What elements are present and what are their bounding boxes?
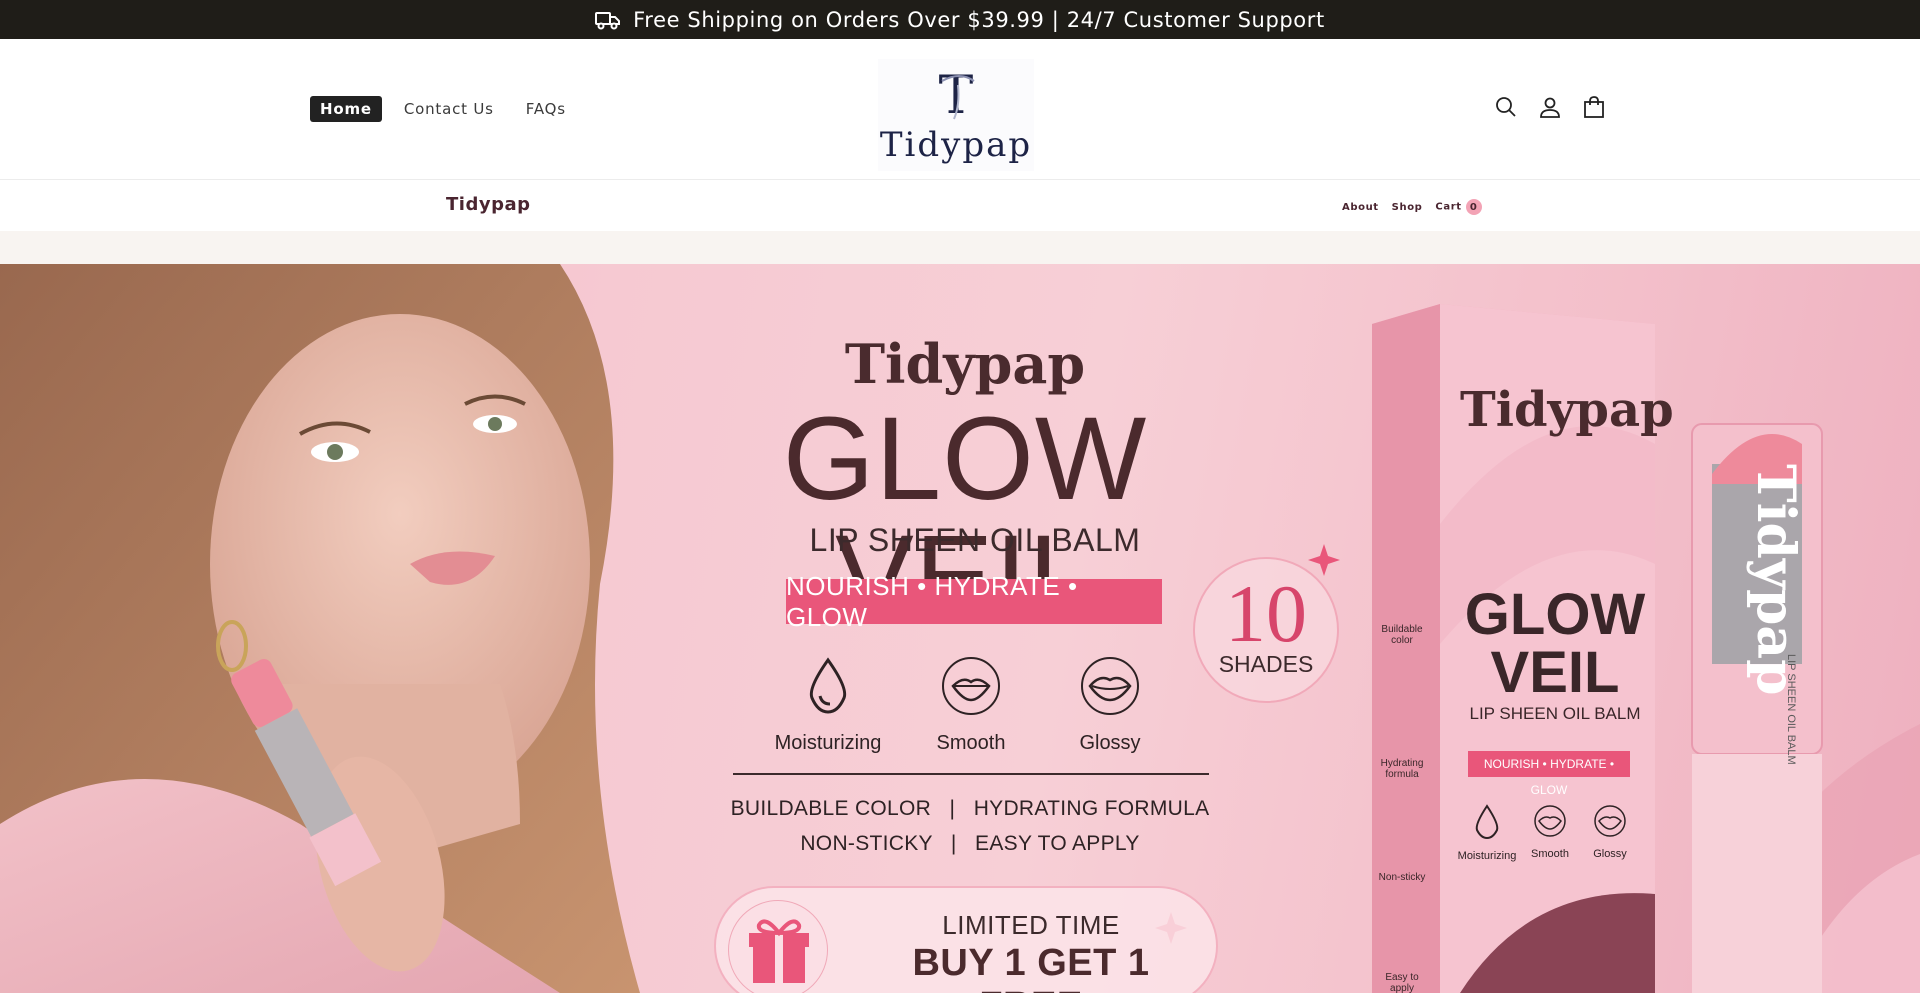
header-icons [1494, 95, 1606, 119]
droplet-icon [809, 657, 847, 714]
box-tagline: NOURISH • HYDRATE • GLOW [1468, 751, 1630, 797]
logo-monogram: T [939, 66, 974, 126]
box-title: GLOW VEIL [1464, 582, 1646, 705]
box-feature-label: Glossy [1593, 848, 1627, 860]
shades-number: 10 [1225, 568, 1307, 659]
divider-strip [0, 231, 1920, 264]
hero-brand: Tidypap [844, 332, 1086, 396]
hero-banner[interactable]: Tidypap GLOW VEIL LIP SHEEN OIL BALM NOU… [0, 264, 1920, 993]
lips-sparkle-icon [1534, 805, 1566, 837]
box-brand: Tidypap [1460, 382, 1674, 438]
cart-link[interactable]: Cart 0 [1435, 199, 1482, 215]
feature-moisturizing: Moisturizing [763, 656, 893, 755]
promo-line-1: LIMITED TIME [942, 910, 1120, 940]
search-icon[interactable] [1494, 95, 1518, 119]
secondary-brand[interactable]: Tidypap [446, 194, 530, 215]
logo-text: Tidypap [880, 125, 1032, 165]
cart-count-badge: 0 [1465, 199, 1482, 215]
box-feature-glossy: Glossy [1575, 804, 1645, 860]
delivery-truck-icon [595, 11, 621, 29]
box-side-feature: Non-sticky [1378, 872, 1426, 883]
hero-subtitle: LIP SHEEN OIL BALM [809, 522, 1141, 558]
lips-icon [1081, 657, 1139, 715]
feature-glossy: Glossy [1045, 656, 1175, 755]
nav-faqs-link[interactable]: FAQs [516, 96, 576, 122]
account-icon[interactable] [1538, 95, 1562, 119]
box-side-feature: Buildable color [1381, 624, 1423, 646]
about-link[interactable]: About [1342, 202, 1379, 213]
secondary-links: About Shop Cart 0 [1342, 199, 1482, 215]
box-subtitle: LIP SHEEN OIL BALM [1469, 704, 1641, 723]
lipstick-label-art: Tidypap LIP SHEEN OIL BALM [1745, 464, 1806, 765]
announcement-bar: Free Shipping on Orders Over $39.99 | 24… [0, 0, 1920, 39]
gift-icon [728, 900, 828, 993]
site-header: Home Contact Us FAQs T Tidypap [0, 39, 1920, 180]
shades-badge: 10 SHADES [1193, 557, 1339, 703]
site-logo[interactable]: T Tidypap [878, 59, 1034, 171]
promo-pill[interactable]: LIMITED TIME BUY 1 GET 1 FREE [714, 886, 1218, 993]
hero-divider [733, 773, 1209, 775]
box-feature-moisturizing: Moisturizing [1452, 804, 1522, 862]
shades-label: SHADES [1218, 651, 1314, 677]
feature-label: Glossy [1079, 732, 1141, 754]
box-side-feature: Hydrating formula [1380, 758, 1424, 780]
nav-contact-link[interactable]: Contact Us [394, 96, 504, 122]
promo-line-2: BUY 1 GET 1 FREE [912, 942, 1150, 993]
lips-icon [1594, 805, 1626, 837]
droplet-icon [1475, 804, 1499, 840]
lips-sparkle-icon [942, 657, 1000, 715]
cart-link-label: Cart [1435, 201, 1462, 213]
main-nav: Home Contact Us FAQs [310, 96, 576, 122]
feature-label: Moisturizing [774, 732, 882, 754]
hero-benefits-line-1: BUILDABLE COLOR | HYDRATING FORMULA [730, 797, 1210, 820]
cart-icon[interactable] [1582, 95, 1606, 119]
lipstick-side-text: LIP SHEEN OIL BALM [1785, 654, 1797, 765]
box-side-feature: Easy to apply [1385, 972, 1419, 993]
box-feature-label: Moisturizing [1457, 850, 1517, 862]
hero-tagline: NOURISH • HYDRATE • GLOW [786, 571, 1162, 632]
nav-home-link[interactable]: Home [310, 96, 382, 122]
shop-link[interactable]: Shop [1392, 202, 1423, 213]
feature-smooth: Smooth [906, 656, 1036, 755]
secondary-nav: Tidypap About Shop Cart 0 [0, 181, 1920, 231]
announcement-text: Free Shipping on Orders Over $39.99 | 24… [633, 7, 1325, 32]
hero-benefits-line-2: NON-STICKY | EASY TO APPLY [800, 832, 1140, 855]
feature-label: Smooth [936, 732, 1006, 754]
